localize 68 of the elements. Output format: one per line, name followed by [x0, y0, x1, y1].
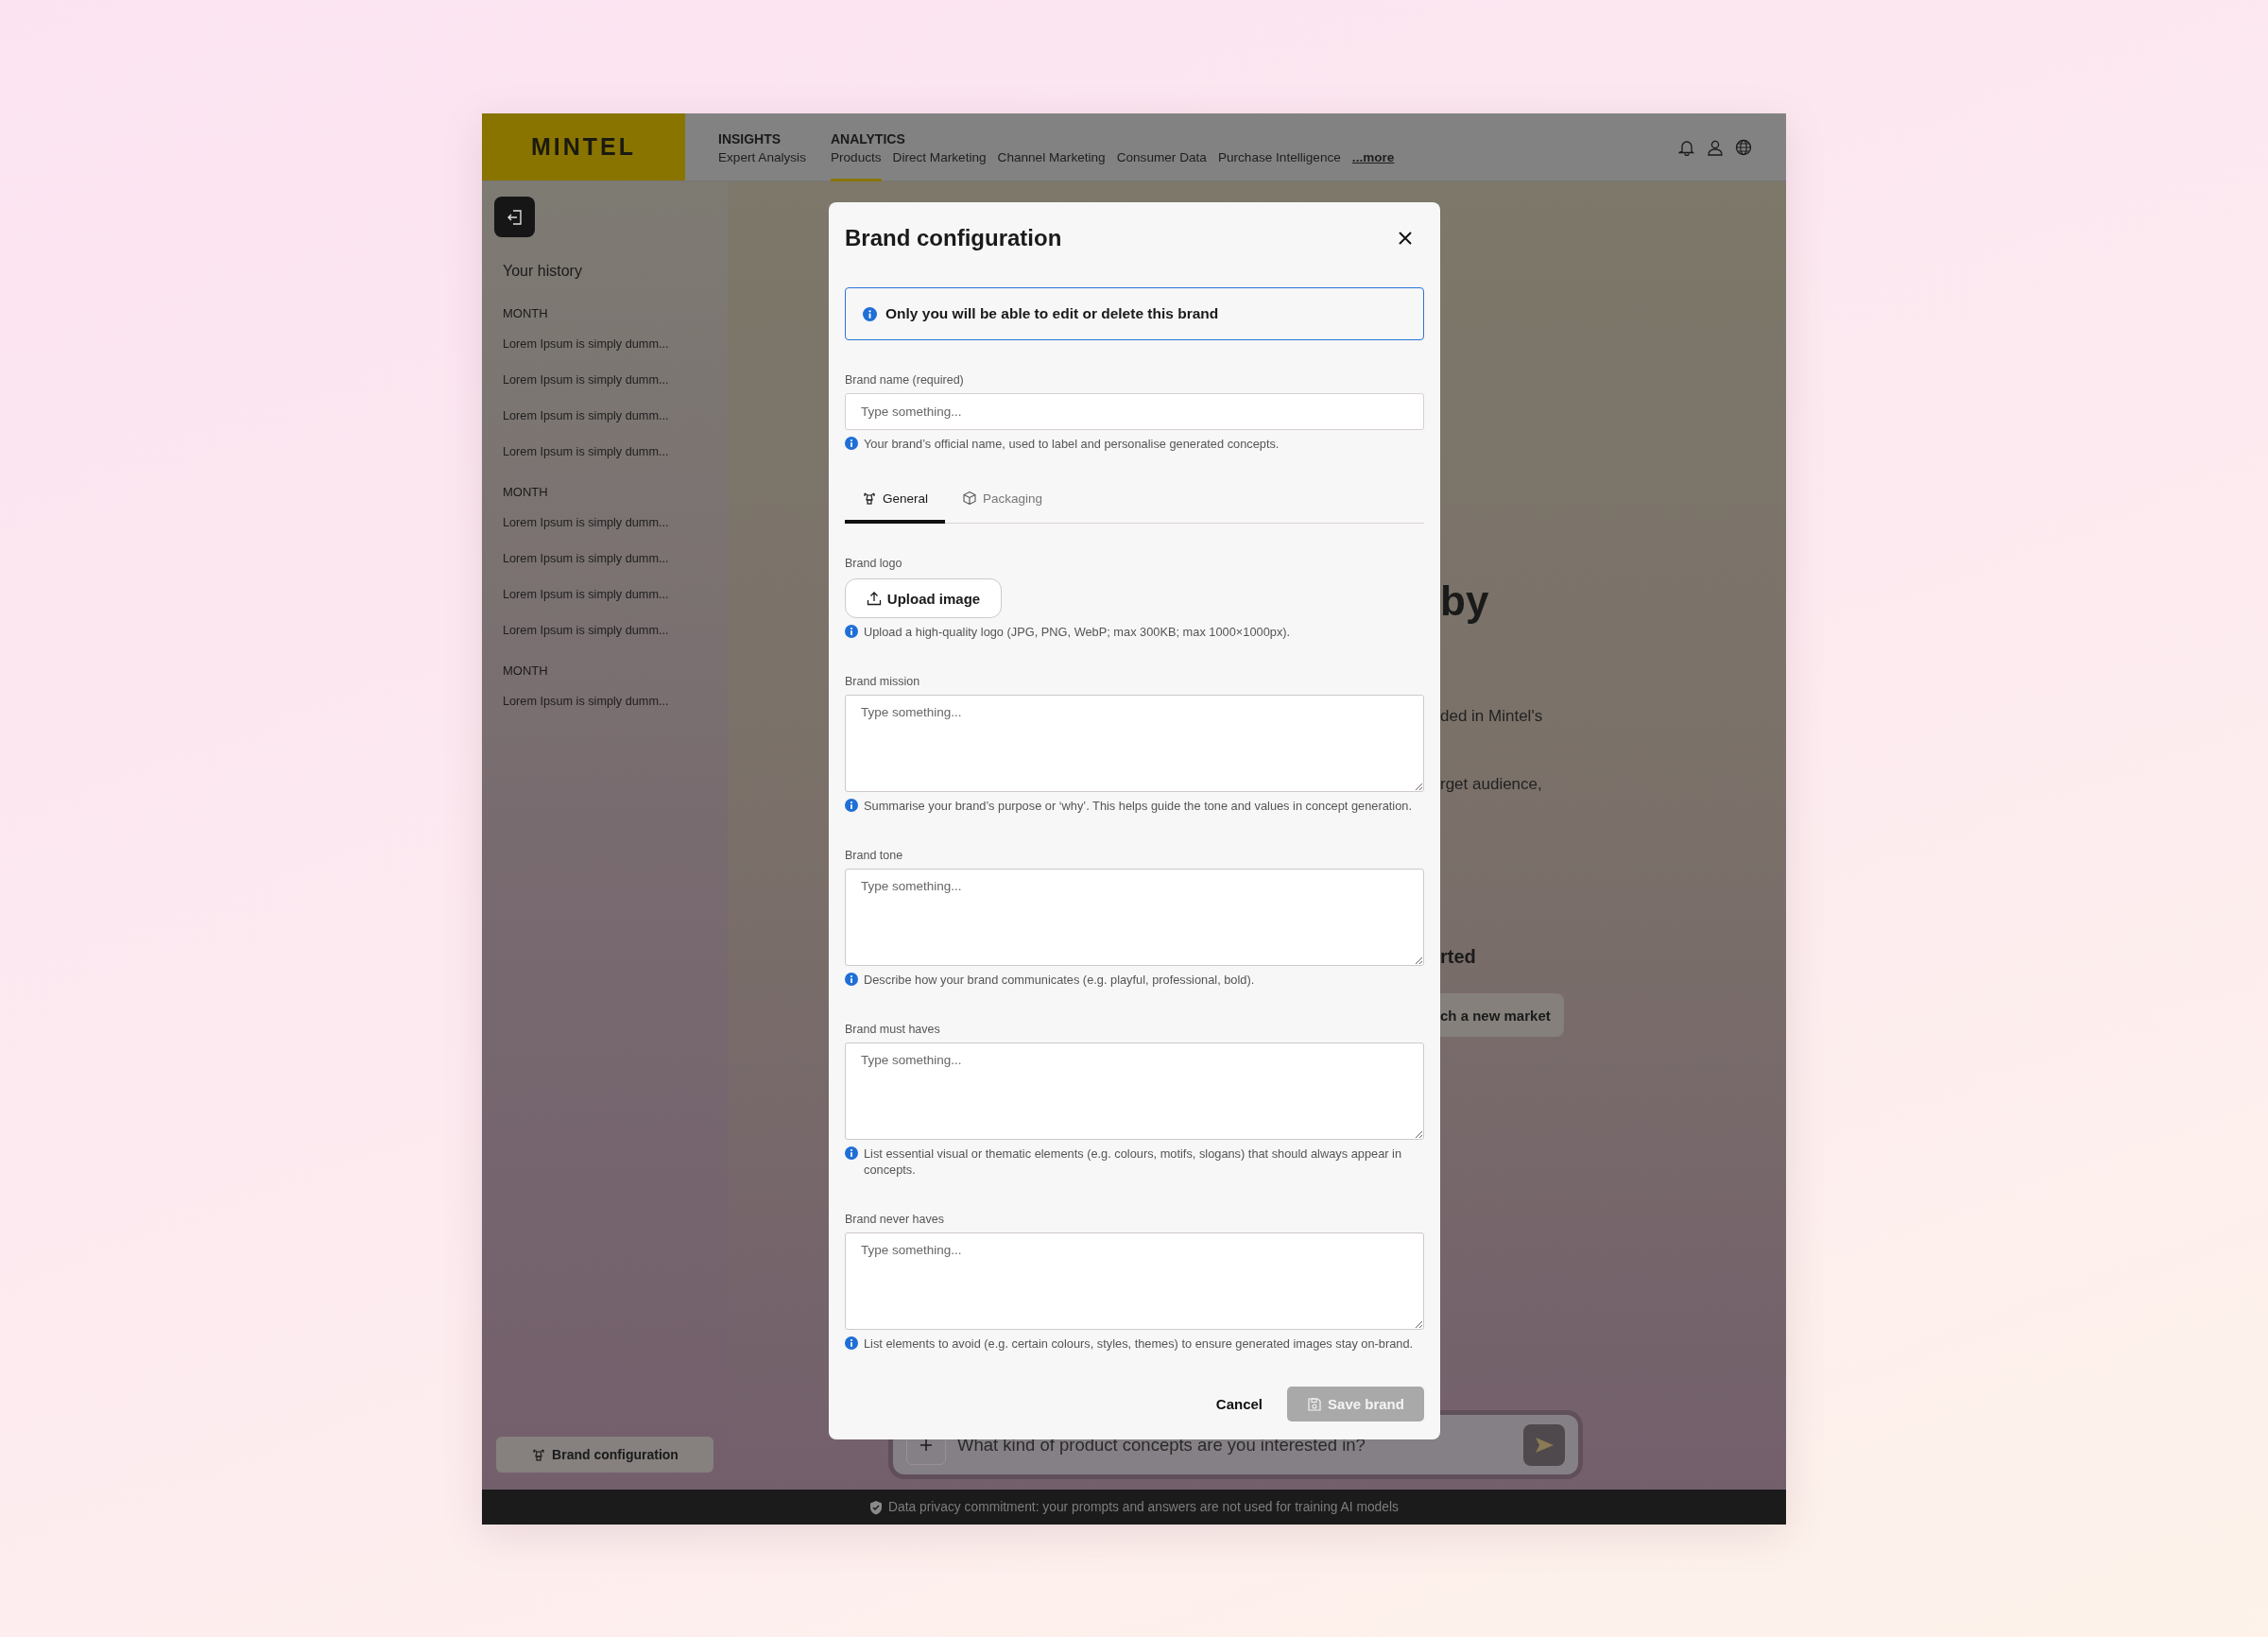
info-icon [863, 306, 877, 321]
info-icon [845, 799, 858, 812]
page-heading: by [1440, 577, 1490, 625]
history-title: Your history [503, 262, 583, 281]
info-banner-text: Only you will be able to edit or delete this brand [885, 305, 1219, 322]
text-area[interactable]: Type something... [845, 1232, 1424, 1330]
info-icon [845, 973, 858, 986]
shield-icon [869, 1499, 884, 1515]
cancel-button[interactable]: Cancel [1215, 1396, 1263, 1412]
history-item[interactable]: Lorem Ipsum is simply dumm... [503, 551, 728, 566]
history-item[interactable]: Lorem Ipsum is simply dumm... [503, 408, 728, 423]
help-text: Summarise your brand’s purpose or ‘why’. This helps guide the tone and values in concept generation. [864, 798, 1412, 814]
history-item[interactable]: Lorem Ipsum is simply dumm... [503, 515, 728, 530]
intro-text: ded in Mintel's [1440, 706, 1544, 727]
nav-link[interactable]: Consumer Data [1116, 150, 1207, 182]
logo: MINTEL [482, 113, 685, 181]
upload-icon [866, 591, 882, 606]
info-icon [845, 1146, 858, 1160]
dialog-title: Brand configuration [845, 225, 1062, 251]
history-item[interactable]: Lorem Ipsum is simply dumm... [503, 694, 728, 709]
text-field[interactable]: Type something... [845, 393, 1424, 430]
section-heading: rted [1440, 945, 1477, 969]
brand-configuration-button[interactable]: Brand configuration [496, 1437, 713, 1473]
field-label: Brand mission [845, 675, 921, 688]
brand-icon [531, 1447, 547, 1462]
intro-text: rget audience, [1440, 774, 1543, 795]
history-item[interactable]: Lorem Ipsum is simply dumm... [503, 587, 728, 602]
history-item[interactable]: Lorem Ipsum is simply dumm... [503, 623, 728, 638]
month-heading: MONTH [503, 663, 549, 679]
upload-button[interactable]: Upload image [845, 578, 1002, 618]
box-icon [962, 491, 978, 506]
bell-icon[interactable] [1678, 138, 1695, 156]
tab[interactable]: Packaging [945, 476, 1060, 524]
text-area[interactable]: Type something... [845, 1043, 1424, 1140]
info-icon [845, 1336, 858, 1350]
more-link[interactable]: ...more [1351, 150, 1395, 165]
user-icon[interactable] [1707, 138, 1724, 156]
month-heading: MONTH [503, 306, 549, 321]
field-label: Brand never haves [845, 1213, 945, 1226]
nav-link[interactable]: Direct Marketing [892, 150, 987, 182]
history-item[interactable]: Lorem Ipsum is simply dumm... [503, 336, 728, 352]
info-icon [845, 625, 858, 638]
nav-link[interactable]: Channel Marketing [997, 150, 1106, 182]
help-text: Describe how your brand communicates (e.g. playful, professional, bold). [864, 972, 1255, 988]
field-label: Brand name (required) [845, 373, 965, 387]
field-label: Brand tone [845, 849, 904, 862]
info-icon [845, 437, 858, 450]
nav-link[interactable]: Purchase Intelligence [1217, 150, 1341, 182]
nav-section-title: INSIGHTS [718, 130, 782, 147]
plus-icon [919, 1438, 933, 1452]
globe-icon[interactable] [1735, 138, 1752, 156]
field-label: Brand logo [845, 557, 903, 570]
brand-icon [862, 491, 877, 506]
help-text: Upload a high-quality logo (JPG, PNG, WebP; max 300KB; max 1000×1000px). [864, 624, 1291, 640]
help-text: List elements to avoid (e.g. certain colours, styles, themes) to ensure generated images stay on-brand. [864, 1335, 1414, 1352]
history-item[interactable]: Lorem Ipsum is simply dumm... [503, 372, 728, 388]
history-item[interactable]: Lorem Ipsum is simply dumm... [503, 444, 728, 459]
text-area[interactable]: Type something... [845, 695, 1424, 792]
nav-link[interactable]: Expert Analysis [718, 150, 806, 182]
help-text: Your brand’s official name, used to label and personalise generated concepts. [864, 436, 1280, 452]
tab[interactable]: General [845, 476, 946, 524]
field-label: Brand must haves [845, 1023, 941, 1036]
help-text: List essential visual or thematic elements (e.g. colours, motifs, slogans) that should always appear in concepts. [864, 1146, 1403, 1178]
privacy-notice: Data privacy commitment: your prompts and answers are not used for training AI models [888, 1500, 1399, 1514]
exit-button[interactable] [494, 197, 535, 237]
month-heading: MONTH [503, 485, 549, 500]
text-area[interactable]: Type something... [845, 869, 1424, 966]
nav-section-title: ANALYTICS [830, 130, 906, 147]
